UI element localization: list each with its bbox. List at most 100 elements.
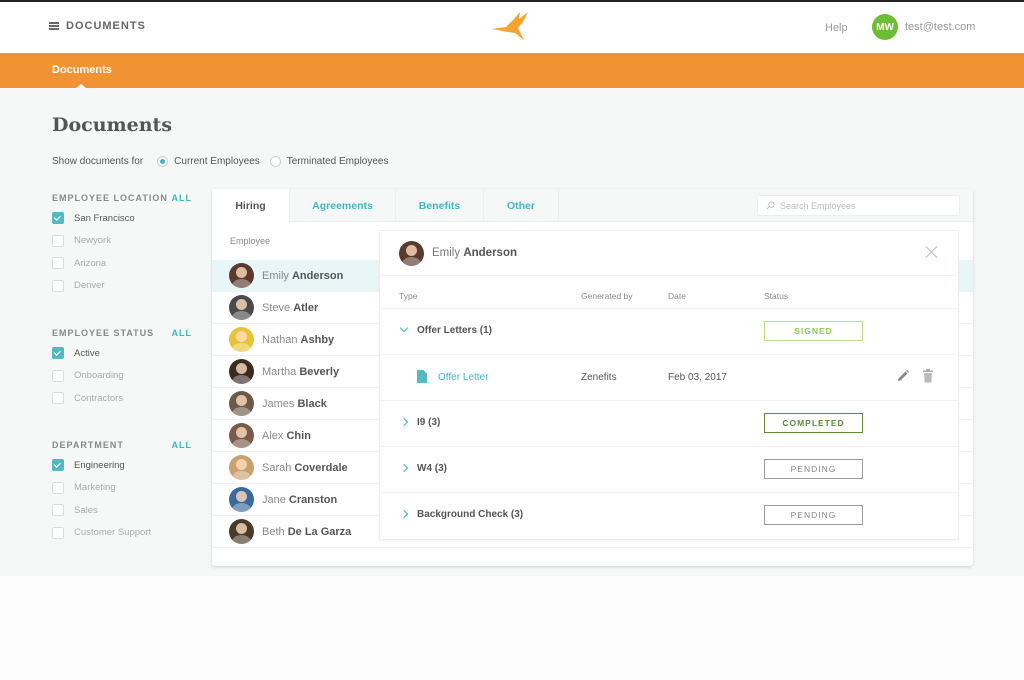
last-name: Coverdale [294,461,348,474]
user-avatar[interactable]: MW [872,14,898,40]
filter-option-sales[interactable]: Sales [52,499,192,522]
employee-name: Emily Anderson [262,270,343,282]
chevron-down-icon[interactable] [399,323,409,333]
tab-other[interactable]: Other [484,189,559,222]
filter-title: EMPLOYEE STATUS [52,328,155,338]
last-name: Beverly [299,365,340,378]
filter-option-label: Engineering [74,459,125,471]
radio-button[interactable] [157,156,169,167]
radio-label: Current Employees [174,156,260,167]
document-group-background-check[interactable]: Background Check (3) PENDING [380,493,958,539]
main-menu-button[interactable]: DOCUMENTS [49,20,146,32]
last-name: Ashby [300,333,335,346]
chevron-right-icon[interactable] [399,463,409,473]
checkbox[interactable] [52,481,64,494]
first-name: Beth [262,525,285,538]
chevron-right-icon[interactable] [399,509,409,519]
checkbox[interactable] [52,504,64,517]
filter-employee-status: EMPLOYEE STATUS ALL Active Onboarding Co… [52,328,192,410]
document-group-w4[interactable]: W4 (3) PENDING [380,447,958,493]
checkbox[interactable] [52,392,64,405]
checkbox[interactable] [52,212,64,225]
tab-benefits[interactable]: Benefits [396,189,484,222]
avatar [229,519,254,544]
page-title: Documents [52,114,173,136]
column-type: Type [399,291,418,301]
filter-option-label: Newyork [74,235,111,247]
checkbox[interactable] [52,279,64,292]
filter-option-san-francisco[interactable]: San Francisco [52,207,192,230]
chevron-right-icon[interactable] [399,417,409,427]
hamburger-icon [49,22,59,30]
filter-option-denver[interactable]: Denver [52,275,192,298]
document-link[interactable]: Offer Letter [438,372,488,383]
last-name: Anderson [291,269,344,282]
filter-all-link[interactable]: ALL [172,440,193,454]
employee-documents-panel: Emily Anderson Type Generated by Date St… [379,230,959,540]
last-name: Black [297,397,327,410]
document-generated-by: Zenefits [581,372,617,383]
checkbox[interactable] [52,257,64,270]
filter-all-link[interactable]: ALL [172,193,193,207]
last-name: Anderson [463,247,517,259]
checkbox[interactable] [52,459,64,472]
tab-hiring[interactable]: Hiring [212,189,290,223]
subnav-item-documents[interactable]: Documents [52,64,112,76]
filter-department: DEPARTMENT ALL Engineering Marketing Sal… [52,440,192,544]
status-badge: PENDING [764,505,863,525]
hummingbird-logo-icon[interactable] [490,8,534,44]
avatar [229,263,254,288]
close-icon[interactable] [925,245,939,259]
filter-option-label: San Francisco [74,212,135,224]
panel-employee-name: Emily Anderson [432,247,517,259]
first-name: Steve [262,301,291,314]
search-employees-input[interactable]: Search Employees [757,195,960,216]
filter-option-engineering[interactable]: Engineering [52,454,192,477]
status-badge: PENDING [764,459,863,479]
employee-name: Jane Cranston [262,494,337,506]
column-date: Date [668,291,686,301]
filter-option-label: Arizona [74,257,107,269]
filter-option-contractors[interactable]: Contractors [52,387,192,410]
filter-option-customer-support[interactable]: Customer Support [52,522,192,545]
filter-option-active[interactable]: Active [52,342,192,365]
avatar [229,487,254,512]
checkbox[interactable] [52,347,64,360]
top-header: DOCUMENTS Help MW test@test.com [0,2,1024,53]
pencil-icon[interactable] [896,369,910,383]
first-name: Martha [262,365,297,378]
user-email[interactable]: test@test.com [905,21,975,33]
avatar [229,391,254,416]
filter-option-newyork[interactable]: Newyork [52,230,192,253]
document-group-i9[interactable]: I9 (3) COMPLETED [380,401,958,447]
filter-option-onboarding[interactable]: Onboarding [52,365,192,388]
help-link[interactable]: Help [825,22,848,34]
status-badge: SIGNED [764,321,863,341]
trash-icon[interactable] [922,369,934,383]
filter-option-marketing[interactable]: Marketing [52,477,192,500]
radio-current-employees[interactable]: Current Employees [157,156,260,167]
filter-option-arizona[interactable]: Arizona [52,252,192,275]
filter-option-label: Customer Support [74,527,152,539]
last-name: De La Garza [287,525,352,538]
document-row: Offer Letter Zenefits Feb 03, 2017 [380,355,958,401]
checkbox[interactable] [52,526,64,539]
first-name: Emily [432,247,461,259]
filter-title: DEPARTMENT [52,440,124,450]
group-label: W4 (3) [417,463,447,474]
checkbox[interactable] [52,369,64,382]
sub-navigation: Documents [0,53,1024,88]
document-group-offer-letters[interactable]: Offer Letters (1) SIGNED [380,309,958,355]
search-icon [766,201,775,210]
file-icon [417,370,427,383]
checkbox[interactable] [52,234,64,247]
filter-option-label: Sales [74,504,98,516]
radio-terminated-employees[interactable]: Terminated Employees [269,156,388,167]
last-name: Cranston [288,493,338,506]
column-generated-by: Generated by [581,291,633,301]
avatar [229,359,254,384]
last-name: Chin [286,429,311,442]
filter-all-link[interactable]: ALL [172,328,193,342]
tab-agreements[interactable]: Agreements [290,189,396,222]
radio-button[interactable] [269,156,281,167]
